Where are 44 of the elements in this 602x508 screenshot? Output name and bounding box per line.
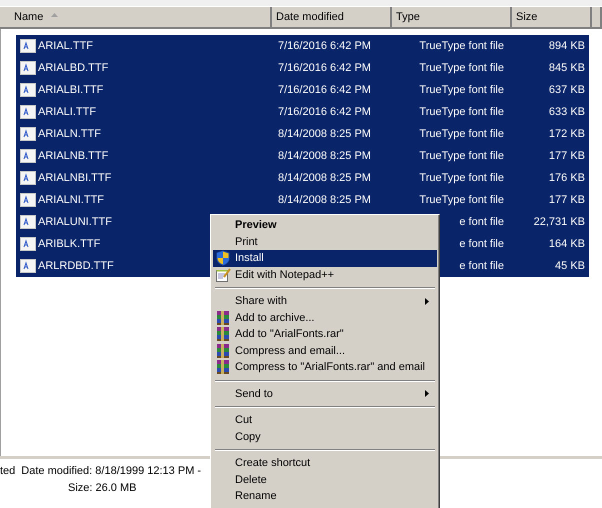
file-size: 177 KB xyxy=(548,150,585,162)
file-name: ARIALUNI.TTF xyxy=(38,216,112,228)
file-size: 894 KB xyxy=(548,40,585,52)
file-date: 7/16/2016 6:42 PM xyxy=(278,84,371,96)
file-date: 7/16/2016 6:42 PM xyxy=(278,62,371,74)
file-name: ARIALNI.TTF xyxy=(38,194,104,206)
file-name: ARIALBI.TTF xyxy=(38,84,104,96)
file-name: ARLRDBD.TTF xyxy=(38,260,114,272)
file-name: ARIAL.TTF xyxy=(38,40,94,52)
file-type: TrueType font file xyxy=(419,172,504,184)
file-type: TrueType font file xyxy=(419,150,504,162)
file-type: TrueType font file xyxy=(419,106,504,118)
file-date: 7/16/2016 6:42 PM xyxy=(278,106,371,118)
file-size: 176 KB xyxy=(548,172,585,184)
file-size: 22,731 KB xyxy=(534,216,585,228)
file-size: 845 KB xyxy=(548,62,585,74)
file-name: ARIALBD.TTF xyxy=(38,62,108,74)
file-size: 164 KB xyxy=(548,238,585,250)
file-name: ARIALNB.TTF xyxy=(38,150,108,162)
file-type: TrueType font file xyxy=(419,40,504,52)
file-date: 8/14/2008 8:25 PM xyxy=(278,172,371,184)
file-size: 177 KB xyxy=(548,194,585,206)
file-size: 633 KB xyxy=(548,106,585,118)
file-type: TrueType font file xyxy=(419,128,504,140)
file-type: TrueType font file xyxy=(419,62,504,74)
file-name: ARIALI.TTF xyxy=(38,106,96,118)
file-name: ARIALNBI.TTF xyxy=(38,172,112,184)
file-type: e font file xyxy=(459,260,504,272)
file-date: 8/14/2008 8:25 PM xyxy=(278,194,371,206)
total-size-text: Size: 26.0 MB xyxy=(68,482,136,494)
file-size: 172 KB xyxy=(548,128,585,140)
file-name: ARIBLK.TTF xyxy=(38,238,100,250)
file-size: 45 KB xyxy=(555,260,585,272)
file-name: ARIALN.TTF xyxy=(38,128,101,140)
file-date: 8/14/2008 8:25 PM xyxy=(278,150,371,162)
file-size: 637 KB xyxy=(548,84,585,96)
date-modified-text: Date modified: 8/18/1999 12:13 PM - xyxy=(21,464,202,476)
file-date: 8/14/2008 8:25 PM xyxy=(278,128,371,140)
file-date: 7/16/2016 6:42 PM xyxy=(278,40,371,52)
file-type: e font file xyxy=(459,216,504,228)
file-type: TrueType font file xyxy=(419,194,504,206)
selection-status: ted xyxy=(0,464,16,476)
file-type: e font file xyxy=(459,238,504,250)
file-type: TrueType font file xyxy=(419,84,504,96)
